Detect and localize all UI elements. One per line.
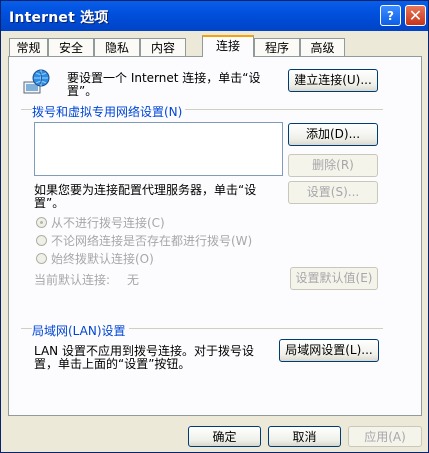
tab-general[interactable]: 常规 <box>9 38 48 56</box>
radio-never-dial-button[interactable] <box>36 217 47 228</box>
dialup-group-label: 拨号和虚拟专用网络设置(N) <box>32 103 186 120</box>
tab-content[interactable]: 内容 <box>140 38 186 56</box>
delete-connection-button[interactable]: 删除(R) <box>288 154 378 177</box>
help-button[interactable]: ? <box>380 5 401 26</box>
apply-button[interactable]: 应用(A) <box>348 426 422 447</box>
close-button[interactable]: ✕ <box>405 5 426 26</box>
add-connection-button[interactable]: 添加(D)... <box>288 123 378 146</box>
set-default-button[interactable]: 设置默认值(E) <box>290 267 378 290</box>
tab-security[interactable]: 安全 <box>48 38 94 56</box>
radio-never-dial-label: 从不进行拨号连接(C) <box>51 216 165 230</box>
tab-programs[interactable]: 程序 <box>254 38 300 56</box>
lan-group-label: 局域网(LAN)设置 <box>32 322 129 339</box>
radio-dial-when-no-network-label: 不论网络连接是否存在都进行拨号(W) <box>51 234 253 248</box>
lan-settings-button[interactable]: 局域网设置(L)... <box>279 339 379 362</box>
radio-always-dial-label: 始终拨默认连接(O) <box>51 252 154 266</box>
radio-always-dial-button[interactable] <box>36 253 47 264</box>
title-bar: Internet 选项 ? ✕ <box>1 1 428 31</box>
proxy-settings-text-2: 置”。 <box>34 196 65 210</box>
network-globe-icon <box>23 69 50 94</box>
internet-options-window: Internet 选项 ? ✕ 常规 安全 隐私 内容 连接 程序 高级 要设置… <box>0 0 429 453</box>
proxy-settings-text: 如果您要为连接配置代理服务器，单击“设 <box>34 183 257 197</box>
window-title: Internet 选项 <box>9 10 109 26</box>
radio-dial-when-no-network-button[interactable] <box>36 235 47 246</box>
ok-button[interactable]: 确定 <box>188 426 261 447</box>
tab-privacy[interactable]: 隐私 <box>94 38 140 56</box>
current-default-label: 当前默认连接: <box>34 273 111 287</box>
dialup-connection-list[interactable] <box>34 122 283 176</box>
setup-connection-button[interactable]: 建立连接(U)... <box>288 69 378 92</box>
current-default-value: 无 <box>127 273 140 287</box>
setup-text-line2: 置”。 <box>67 84 98 98</box>
tab-connections[interactable]: 连接 <box>202 35 254 57</box>
cancel-button[interactable]: 取消 <box>268 426 341 447</box>
lan-text-line2: 置，单击上面的“设置”按钮。 <box>34 357 191 371</box>
settings-button[interactable]: 设置(S)... <box>288 181 378 204</box>
tab-advanced[interactable]: 高级 <box>300 38 345 56</box>
